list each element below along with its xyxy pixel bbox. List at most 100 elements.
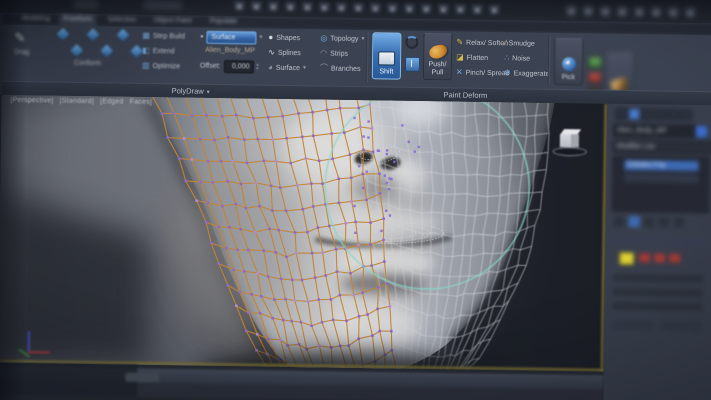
blurred-toolbar-icon[interactable] [684,7,697,20]
blurred-toolbar-icon[interactable] [369,2,382,15]
rollout-header[interactable] [609,236,707,247]
display-tab-icon[interactable] [667,109,679,121]
conform-brush-icon [117,29,130,42]
strips-button[interactable]: ◠ Strips [320,46,348,60]
blurred-toolbar-icon[interactable] [667,7,680,20]
blurred-toolbar-icon[interactable] [565,5,578,18]
subobject-icon[interactable] [639,253,650,262]
blurred-toolbar-icon[interactable] [650,6,663,19]
tab-selection[interactable]: Selection [103,14,142,27]
stack-item[interactable] [624,173,698,183]
tab-freeform[interactable]: Freeform [59,14,98,27]
stack-tool-icon[interactable] [674,217,685,228]
blurred-toolbar-icon[interactable] [599,6,612,19]
stack-tool-icon[interactable] [659,217,670,228]
stack-tool-icon-active[interactable] [629,216,640,227]
blurred-green-button[interactable] [588,56,602,68]
stack-tool-icon[interactable] [644,216,655,227]
flatten-button[interactable]: ◪ Flatten [456,50,488,64]
blurred-toolbar-group [73,0,99,9]
branches-button[interactable]: ⌒ Branches [320,61,361,76]
splines-button[interactable]: ∿ Splines [268,46,301,60]
blurred-toolbar-icon[interactable] [471,4,484,17]
pick-object-name[interactable]: Alien_Body_MP [205,47,255,55]
create-tab-icon[interactable] [615,108,627,120]
blurred-toolbar-icon[interactable] [437,3,450,16]
drag-button[interactable]: ✎ [14,27,25,49]
surface-button[interactable]: ◕ Surface ▾ [268,61,306,76]
drag-icon: ✎ [14,34,25,42]
blurred-toolbar-icon[interactable] [403,3,416,16]
subobject-icon[interactable] [669,254,680,263]
shapes-button[interactable]: ● Shapes [268,31,300,45]
panel-separator [548,35,551,85]
draw-on-dropdown[interactable]: Surface [206,30,256,44]
modify-tab-icon[interactable] [628,108,640,120]
blurred-toolbar-icon[interactable] [488,4,501,17]
motion-tab-icon[interactable] [654,108,666,120]
chevron-down-icon[interactable]: ▾ [259,34,262,42]
blurred-toolbar-icon[interactable] [633,6,646,19]
blurred-toolbar-icon[interactable] [301,1,314,14]
max-ui: Modeling Freeform Selection Object Paint… [0,0,711,400]
object-color-swatch[interactable] [695,125,708,138]
shift-button[interactable]: Shift [372,32,402,79]
viewport-canvas[interactable] [0,95,607,372]
polydraw-panel-label[interactable]: PolyDraw▾ [172,86,210,96]
subobject-icon[interactable] [654,253,665,262]
paint-options-icon[interactable] [405,36,418,49]
tab-object-paint[interactable]: Object Paint [149,15,197,28]
optimize-button[interactable]: ▥ Optimize [142,59,180,74]
topology-button[interactable]: ◎ Topology ▾ [320,31,364,46]
hierarchy-tab-icon[interactable] [641,108,653,120]
conform-brush-icon [57,28,70,41]
conform-label[interactable]: Conform [74,60,101,67]
blurred-toolbar-icon[interactable] [352,2,365,15]
pinch-spread-button[interactable]: ✕ Pinch/ Spread [456,65,510,80]
blurred-toolbar-icon[interactable] [582,5,595,18]
offset-field[interactable]: 0,000 [223,60,253,73]
mirror-button[interactable] [405,57,420,72]
drag-label[interactable]: Drag [14,49,29,56]
blurred-toolbar-icon[interactable] [318,1,331,14]
blurred-toolbar-icon[interactable] [233,0,246,13]
relax-soften-button[interactable]: ✎ Relax/ Soften [456,35,508,50]
blurred-toolbar-icon[interactable] [386,2,399,15]
rollout-button[interactable] [612,320,654,331]
conform-brush-icon [100,44,113,57]
blurred-toolbar-icon[interactable] [250,0,263,13]
blurred-toolbar-icon[interactable] [420,3,433,16]
exaggerate-button[interactable]: ❄ Exaggerate [504,66,550,81]
viewcube[interactable] [553,125,594,166]
blurred-toolbar-icon[interactable] [335,2,348,15]
viewport[interactable]: [Perspective] [Standard] [Edged Faces] [0,95,607,372]
surface-icon: ◕ [268,64,273,72]
tab-modeling[interactable]: Modeling [17,13,56,26]
soft-selection-swatch[interactable] [619,252,634,265]
paint-deform-panel-label[interactable]: Paint Deform [444,90,488,100]
tab-populate[interactable]: Populate [205,16,243,29]
conform-brush-icon [70,44,83,57]
utilities-tab-icon[interactable] [680,109,692,121]
smudge-button[interactable]: ∕ Smudge [504,36,535,50]
blurred-toolbar-icon[interactable] [616,6,629,19]
blurred-toolbar-icon[interactable] [267,1,280,14]
shift-icon [378,51,395,65]
stack-item-selected[interactable]: Editable Poly [624,160,698,171]
step-build-button[interactable]: ▦ Step Build [142,29,185,44]
object-name-field[interactable]: Alien_Body_MP [613,124,697,138]
push-pull-button[interactable]: Push/ Pull [423,33,453,80]
pick-button[interactable]: Pick [554,38,584,85]
blurred-toolbar-group [143,1,183,11]
blurred-toolbar-icon[interactable] [284,1,297,14]
viewcube-front-face [560,134,571,147]
modifier-list-dropdown[interactable]: Modifier List [613,140,711,154]
blurred-toolbar-icon[interactable] [454,3,467,16]
noise-button[interactable]: ∴ Noise [504,51,530,65]
offset-spinner[interactable]: ▴▾ [256,63,258,71]
stack-tool-icon[interactable] [614,216,625,227]
rollout-button[interactable] [660,321,702,332]
blurred-red-button[interactable] [588,71,602,83]
time-slider-handle[interactable] [125,373,159,383]
extend-button[interactable]: ◧ Extend [142,44,175,58]
